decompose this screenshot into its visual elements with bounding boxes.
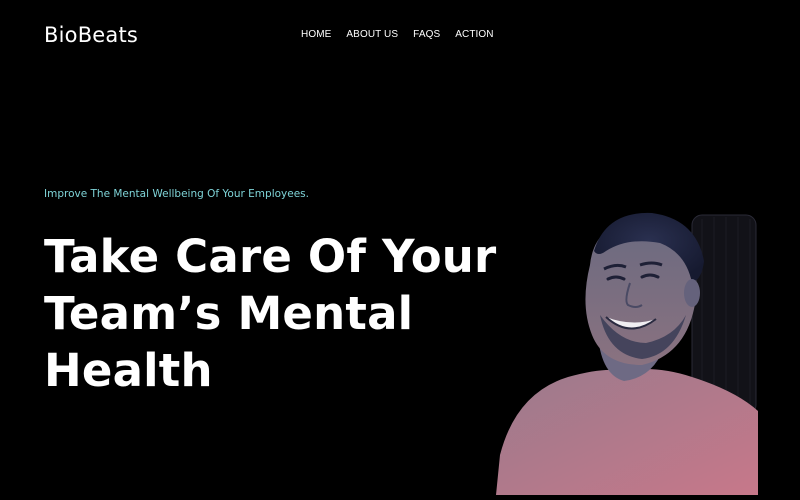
- hero-portrait-image: [496, 212, 758, 495]
- nav-link-action[interactable]: ACTION: [455, 28, 493, 42]
- nav-link-about-us[interactable]: ABOUT US: [346, 28, 398, 42]
- nav-link-faqs[interactable]: FAQS: [413, 28, 440, 42]
- nav-link-home[interactable]: HOME: [301, 28, 331, 42]
- hero-title-line-1: Take Care Of Your: [44, 230, 497, 283]
- site-logo[interactable]: BioBeats: [44, 21, 138, 49]
- hero-title: Take Care Of Your Team’s Mental Health: [44, 228, 514, 399]
- ear: [684, 279, 700, 307]
- main-nav: HOME ABOUT US FAQS ACTION: [301, 28, 494, 42]
- hero-title-line-3: Health: [44, 344, 213, 397]
- hero-title-line-2: Team’s Mental: [44, 287, 414, 340]
- landing-page: BioBeats HOME ABOUT US FAQS ACTION Impro…: [0, 0, 800, 500]
- nav-item-action: ACTION: [455, 28, 493, 42]
- nav-item-about: ABOUT US: [346, 28, 398, 42]
- nav-item-home: HOME: [301, 28, 331, 42]
- hero-eyebrow: Improve The Mental Wellbeing Of Your Emp…: [44, 188, 309, 200]
- shirt: [496, 369, 758, 495]
- nav-item-faqs: FAQS: [413, 28, 440, 42]
